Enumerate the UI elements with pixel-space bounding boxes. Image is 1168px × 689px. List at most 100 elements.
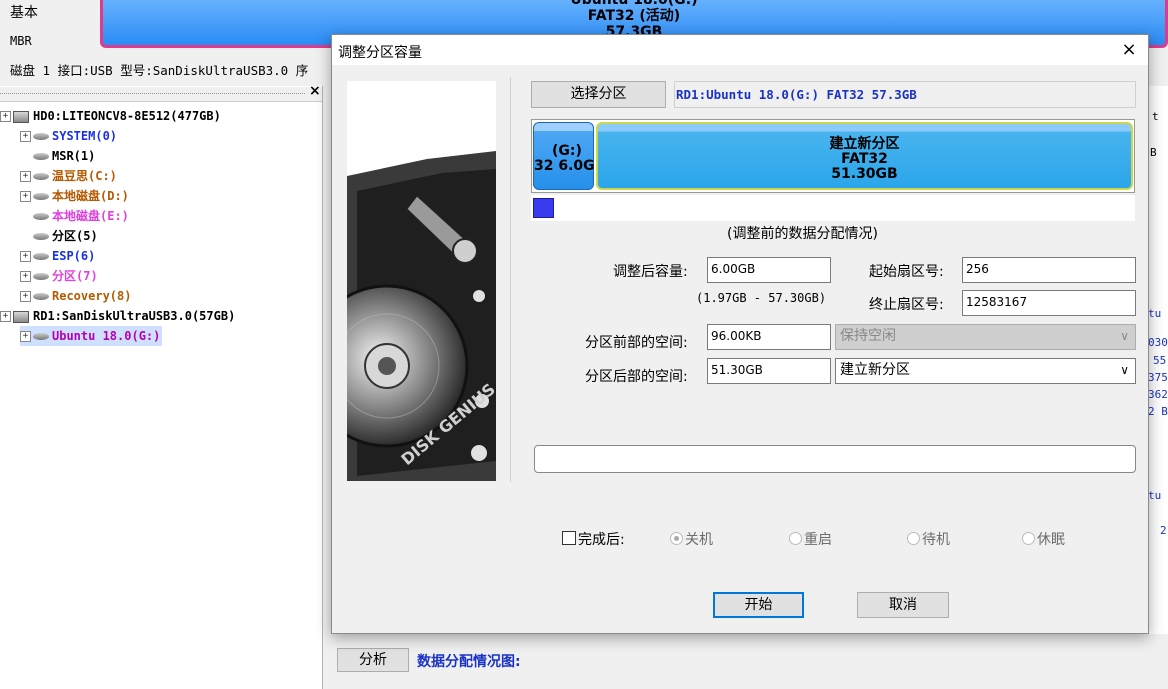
close-icon[interactable]: × bbox=[1118, 39, 1140, 61]
tree-item-label: ESP(6) bbox=[52, 249, 96, 263]
chevron-down-icon: ∨ bbox=[1120, 329, 1129, 343]
dialog-divider bbox=[510, 77, 511, 482]
usage-caption: (调整前的数据分配情况) bbox=[727, 226, 878, 242]
space-before-input[interactable]: 96.00KB bbox=[707, 324, 831, 350]
data-usage-bar bbox=[531, 195, 1135, 221]
tree-item[interactable]: + SYSTEM(0) bbox=[20, 126, 117, 146]
dialog-title: 调整分区容量 bbox=[338, 45, 422, 61]
partition-icon bbox=[33, 333, 49, 340]
after-done-radio[interactable]: 待机 bbox=[907, 529, 950, 549]
tree-item[interactable]: + Recovery(8) bbox=[20, 286, 131, 306]
right-panel-fragment-text: 2 B bbox=[1148, 405, 1168, 418]
disk-icon bbox=[13, 310, 29, 323]
tree-close-icon[interactable]: × bbox=[309, 83, 321, 99]
tree-item-label: SYSTEM(0) bbox=[52, 129, 118, 143]
right-panel-fragment-text: 030 bbox=[1148, 336, 1168, 349]
right-panel-fragment-text: t bbox=[1152, 110, 1159, 123]
tree-item-label: 分区(7) bbox=[52, 269, 98, 283]
tree-item[interactable]: MSR(1) bbox=[20, 146, 95, 166]
partition-icon bbox=[33, 293, 49, 300]
right-panel-fragment-text: 55 bbox=[1153, 354, 1167, 367]
partition-layout-bar: (G:) 32 6.0G 建立新分区 FAT32 51.30GB bbox=[531, 119, 1135, 193]
size-after-input[interactable]: 6.00GB bbox=[707, 257, 831, 283]
after-done-radio[interactable]: 关机 bbox=[670, 529, 713, 549]
dialog-title-bar[interactable]: 调整分区容量 × bbox=[332, 35, 1148, 65]
segment-new-line2: FAT32 bbox=[841, 151, 888, 167]
tree-item[interactable]: + HD0:LITEONCV8-8E512(477GB) bbox=[0, 106, 221, 126]
disk-type-label: 基本 bbox=[10, 5, 38, 21]
end-sector-input[interactable]: 12583167 bbox=[962, 290, 1136, 316]
after-done-checkbox[interactable]: 完成后: bbox=[562, 529, 625, 549]
end-sector-label: 终止扇区号: bbox=[869, 297, 944, 313]
tree-item[interactable]: + 温豆思(C:) bbox=[20, 166, 117, 186]
segment-new-line1: 建立新分区 bbox=[829, 136, 900, 152]
expand-icon[interactable]: + bbox=[0, 111, 11, 122]
space-after-label: 分区后部的空间: bbox=[585, 369, 688, 385]
disk-info-line: 磁盘 1 接口:USB 型号:SanDiskUltraUSB3.0 序 bbox=[10, 63, 309, 78]
partition-icon bbox=[33, 273, 49, 280]
radio-label: 重启 bbox=[804, 532, 832, 548]
banner-partition-name: Ubuntu 18.0(G:) bbox=[570, 0, 698, 8]
partition-icon bbox=[33, 173, 49, 180]
partition-icon bbox=[33, 153, 49, 160]
radio-icon[interactable] bbox=[670, 532, 683, 545]
space-before-select: 保持空闲 ∨ bbox=[835, 324, 1136, 350]
chevron-down-icon: ∨ bbox=[1120, 363, 1129, 377]
radio-icon[interactable] bbox=[907, 532, 920, 545]
expand-icon[interactable]: + bbox=[20, 251, 31, 262]
select-partition-button[interactable]: 选择分区 bbox=[531, 81, 666, 108]
expand-icon[interactable]: + bbox=[20, 331, 31, 342]
segment-current-line1: (G:) bbox=[552, 143, 582, 159]
checkbox-box[interactable] bbox=[562, 531, 576, 545]
size-range-hint: (1.97GB - 57.30GB) bbox=[696, 291, 827, 305]
expand-icon[interactable]: + bbox=[20, 291, 31, 302]
radio-icon[interactable] bbox=[789, 532, 802, 545]
space-after-option: 建立新分区 bbox=[840, 362, 910, 378]
right-panel-fragment-text: B bbox=[1150, 146, 1157, 159]
partition-icon bbox=[33, 253, 49, 260]
right-panel-fragment-text: tu bbox=[1148, 489, 1162, 502]
tree-item[interactable]: + 本地磁盘(D:) bbox=[20, 186, 129, 206]
expand-icon[interactable]: + bbox=[20, 271, 31, 282]
current-partition-segment[interactable]: (G:) 32 6.0G bbox=[533, 122, 595, 190]
new-partition-segment[interactable]: 建立新分区 FAT32 51.30GB bbox=[596, 122, 1133, 190]
resize-partition-dialog: 调整分区容量 × DISK GENIUS 选择分区 RD1:Ubuntu 18.… bbox=[331, 34, 1149, 634]
partition-icon bbox=[33, 213, 49, 220]
tree-item[interactable]: 分区(5) bbox=[20, 226, 98, 246]
tree-item-label: 温豆思(C:) bbox=[52, 169, 117, 183]
tree-item-label: Recovery(8) bbox=[52, 289, 132, 303]
after-done-label: 完成后: bbox=[578, 532, 625, 548]
after-done-radio[interactable]: 重启 bbox=[789, 529, 832, 549]
radio-label: 待机 bbox=[922, 532, 950, 548]
segment-new-line3: 51.30GB bbox=[831, 166, 898, 182]
analyze-button[interactable]: 分析 bbox=[337, 648, 409, 672]
right-panel-fragment-text: 375 bbox=[1148, 371, 1168, 384]
expand-icon[interactable]: + bbox=[20, 191, 31, 202]
space-after-input[interactable]: 51.30GB bbox=[707, 358, 831, 384]
start-sector-label: 起始扇区号: bbox=[869, 264, 944, 280]
partition-icon bbox=[33, 193, 49, 200]
tree-item-label: 本地磁盘(E:) bbox=[52, 209, 129, 223]
expand-icon[interactable]: + bbox=[0, 311, 11, 322]
disk-genius-image: DISK GENIUS bbox=[347, 81, 496, 481]
tree-panel-header: × bbox=[0, 83, 322, 102]
expand-icon[interactable]: + bbox=[20, 131, 31, 142]
cancel-button[interactable]: 取消 bbox=[857, 592, 949, 618]
space-after-select[interactable]: 建立新分区 ∨ bbox=[835, 358, 1136, 384]
banner-partition-fs: FAT32 (活动) bbox=[587, 8, 681, 24]
radio-label: 关机 bbox=[685, 532, 713, 548]
partition-info: RD1:Ubuntu 18.0(G:) FAT32 57.3GB bbox=[674, 81, 1136, 108]
expand-icon[interactable]: + bbox=[20, 171, 31, 182]
start-button[interactable]: 开始 bbox=[713, 592, 804, 618]
radio-icon[interactable] bbox=[1022, 532, 1035, 545]
tree-item[interactable]: + RD1:SanDiskUltraUSB3.0(57GB) bbox=[0, 306, 235, 326]
tree-item-label: RD1:SanDiskUltraUSB3.0(57GB) bbox=[33, 309, 236, 323]
tree-item-label: 本地磁盘(D:) bbox=[52, 189, 129, 203]
tree-item[interactable]: + Ubuntu 18.0(G:) bbox=[20, 326, 163, 346]
tree-item[interactable]: + ESP(6) bbox=[20, 246, 95, 266]
start-sector-input[interactable]: 256 bbox=[962, 257, 1136, 283]
tree-item[interactable]: 本地磁盘(E:) bbox=[20, 206, 129, 226]
after-done-radio[interactable]: 休眠 bbox=[1022, 529, 1065, 549]
radio-label: 休眠 bbox=[1037, 532, 1065, 548]
tree-item[interactable]: + 分区(7) bbox=[20, 266, 98, 286]
